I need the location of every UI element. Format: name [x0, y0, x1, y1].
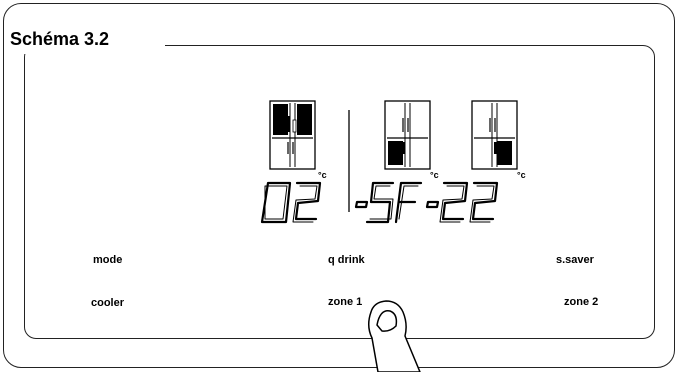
- q-drink-button[interactable]: q drink: [328, 254, 365, 266]
- zone-1-temperature-readout: [260, 181, 322, 224]
- zone-2-temperature-readout: [354, 181, 423, 224]
- zone-3-temperature-readout: [425, 181, 499, 223]
- mode-button[interactable]: mode: [93, 254, 122, 266]
- cooler-button[interactable]: cooler: [91, 297, 124, 309]
- fridge-icon-zone-1: [269, 100, 316, 170]
- zone-2-unit: °c: [430, 170, 439, 180]
- zone-1-button[interactable]: zone 1: [328, 296, 362, 308]
- s-saver-button[interactable]: s.saver: [556, 254, 594, 266]
- fridge-icon-zone-2: [384, 100, 431, 170]
- pointing-hand-icon: [368, 300, 421, 372]
- zone-3-unit: °c: [517, 170, 526, 180]
- fridge-icon-zone-3: [471, 100, 518, 170]
- zone-1-unit: °c: [318, 170, 327, 180]
- control-panel-display: °c °c °c: [260, 100, 526, 372]
- zone-2-button[interactable]: zone 2: [564, 296, 598, 308]
